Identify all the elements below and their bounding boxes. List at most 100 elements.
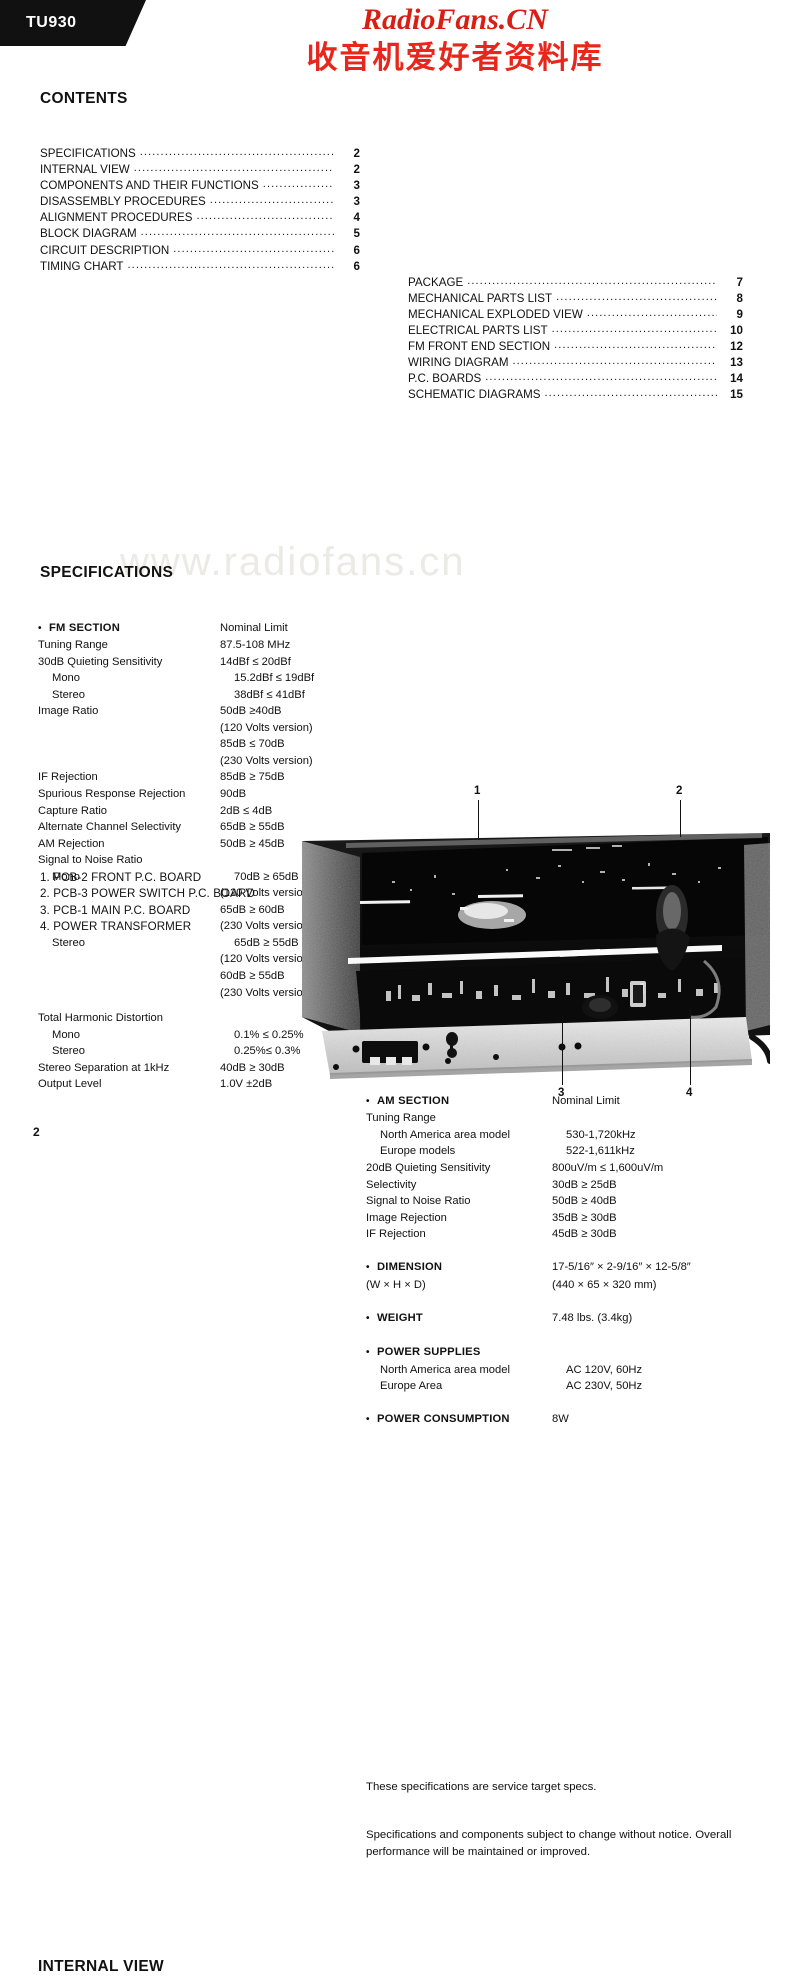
spec-row: 30dB Quieting Sensitivity 14dBf ≤ 20dBf [38, 654, 368, 671]
contents-entry-page: 5 [353, 227, 360, 241]
contents-entry-page: 14 [730, 372, 743, 386]
internal-view-legend-item: 1. PCB-2 FRONT P.C. BOARD [40, 871, 202, 884]
contents-leader-dots: ........................................… [262, 178, 334, 191]
contents-entry-page: 15 [730, 388, 743, 402]
spec-row-value: 7.48 lbs. (3.4kg) [552, 1311, 633, 1324]
contents-leader-dots: ........................................… [485, 371, 717, 384]
spec-row-label [38, 985, 220, 1002]
contents-entry[interactable]: TIMING CHART............................… [40, 259, 360, 275]
contents-entry[interactable]: SCHEMATIC DIAGRAMS......................… [408, 387, 743, 403]
spec-row-label: Image Ratio [38, 705, 99, 718]
brand-watermark-header: RadioFans.CN 收音机爱好者资料库 [245, 2, 665, 78]
contents-leader-dots: ........................................… [173, 242, 334, 255]
spec-row-label: Stereo [52, 688, 85, 701]
contents-leader-dots: ........................................… [467, 274, 717, 287]
spec-row-label: Image Rejection [366, 1211, 447, 1224]
contents-entry-label: MECHANICAL PARTS LIST [408, 291, 553, 305]
model-tab: TU930 [0, 0, 146, 46]
spec-row: Signal to Noise Ratio 50dB ≥ 40dB [366, 1193, 766, 1210]
contents-leader-dots: ........................................… [127, 258, 334, 271]
callout-label-2: 2 [676, 785, 683, 797]
spec-row-label: Signal to Noise Ratio [38, 854, 143, 867]
spec-row-label [38, 968, 220, 985]
spec-row: Europe Area AC 230V, 50Hz [366, 1378, 766, 1395]
spec-row-value: 522-1,611kHz [566, 1145, 635, 1158]
spec-group-title: POWER SUPPLIES [377, 1346, 481, 1359]
spec-row-label: Mono [52, 672, 80, 685]
spec-row-value: 38dBf ≤ 41dBf [234, 688, 305, 701]
spec-row-label: Spurious Response Rejection [38, 787, 186, 800]
spec-row: (W × H × D) (440 × 65 × 320 mm) [366, 1277, 766, 1294]
spec-row-value: 85dB ≥ 75dB [220, 771, 285, 784]
specifications-heading: SPECIFICATIONS [40, 563, 174, 581]
contents-entry-page: 12 [730, 340, 743, 354]
contents-leader-dots: ........................................… [196, 210, 334, 223]
contents-column-left: SPECIFICATIONS..........................… [40, 146, 360, 275]
spec-row-value: 50dB ≥ 40dB [552, 1195, 617, 1208]
spec-row-label: 20dB Quieting Sensitivity [366, 1162, 491, 1174]
contents-entry-page: 6 [353, 259, 360, 273]
internal-view-legend-item: 3. PCB-1 MAIN P.C. BOARD [40, 903, 191, 917]
contents-entry-label: SCHEMATIC DIAGRAMS [408, 388, 541, 402]
spec-group-title: POWER CONSUMPTION [377, 1413, 510, 1426]
spec-row-label: Europe Area [380, 1380, 443, 1393]
ac-power-cord [749, 1034, 770, 1064]
spec-row-label: Selectivity [366, 1178, 417, 1191]
contents-entry-page: 2 [353, 163, 360, 177]
contents-entry-label: P.C. BOARDS [408, 372, 482, 386]
spec-row-label [38, 736, 220, 753]
internal-view-legend-item: 4. POWER TRANSFORMER [40, 920, 192, 934]
spec-note-subject-to-change: Specifications and components subject to… [366, 1829, 732, 1858]
tuner-pack-highlight [458, 901, 526, 929]
brand-cjk-text: 收音机爱好者资料库 [306, 40, 604, 76]
contents-entry-label: SPECIFICATIONS [40, 147, 136, 160]
callout-label-4: 4 [686, 1087, 693, 1099]
contents-leader-dots: ........................................… [544, 387, 717, 400]
spec-row-value: (230 Volts version) [220, 754, 313, 767]
contents-column-right: PACKAGE.................................… [408, 275, 743, 404]
contents-entry-page: 3 [353, 195, 360, 209]
spec-row: North America area model AC 120V, 60Hz [366, 1362, 766, 1379]
spec-row: 85dB ≤ 70dB [38, 736, 368, 753]
contents-leader-dots: ........................................… [586, 306, 717, 319]
spec-row: Selectivity 30dB ≥ 25dB [366, 1177, 766, 1194]
spec-row: Tuning Range [366, 1110, 766, 1127]
contents-entry-page: 13 [730, 356, 743, 370]
spec-row-label [38, 951, 220, 968]
chassis-upper-interior [362, 837, 768, 945]
spec-row-value: 45dB ≥ 30dB [552, 1228, 617, 1241]
contents-leader-dots: ........................................… [551, 323, 717, 336]
page-number: 2 [33, 1125, 40, 1139]
spec-row: Image Ratio 50dB ≥40dB [38, 703, 368, 720]
spec-row-label: IF Rejection [38, 771, 98, 784]
spec-row-label: North America area model [380, 1128, 510, 1141]
panel-screw-left [352, 1045, 360, 1053]
contents-entry-label: PACKAGE [408, 275, 464, 289]
spec-row-value: AC 120V, 60Hz [566, 1363, 643, 1376]
spec-row-value: 800uV/m ≤ 1,600uV/m [552, 1162, 664, 1174]
internal-view-heading: INTERNAL VIEW [38, 1957, 164, 1975]
spec-row: IF Rejection 85dB ≥ 75dB [38, 769, 368, 786]
spec-row-value: 8W [552, 1413, 569, 1426]
spec-row-label: Output Level [38, 1078, 102, 1091]
callout-line-4 [690, 1007, 692, 1085]
spec-row-label: DIMENSION [366, 1259, 552, 1277]
contents-leader-dots: ........................................… [209, 194, 334, 207]
bullet-icon [366, 1411, 377, 1429]
spec-row: Europe models 522-1,611kHz [366, 1143, 766, 1160]
contents-entry-page: 4 [353, 211, 360, 225]
spec-row-label: Mono [52, 1028, 80, 1041]
spec-row-value: 35dB ≥ 30dB [552, 1211, 617, 1224]
spec-group-title: WEIGHT [377, 1311, 423, 1324]
contents-leader-dots: ........................................… [554, 339, 717, 352]
contents-leader-dots: ........................................… [512, 355, 717, 368]
spec-row-label: POWER SUPPLIES [366, 1344, 552, 1362]
spec-row-label: Total Harmonic Distortion [38, 1012, 163, 1025]
contents-entry-page: 2 [353, 147, 360, 160]
bullet-icon [366, 1310, 377, 1328]
spec-row-label: Stereo [52, 936, 85, 949]
